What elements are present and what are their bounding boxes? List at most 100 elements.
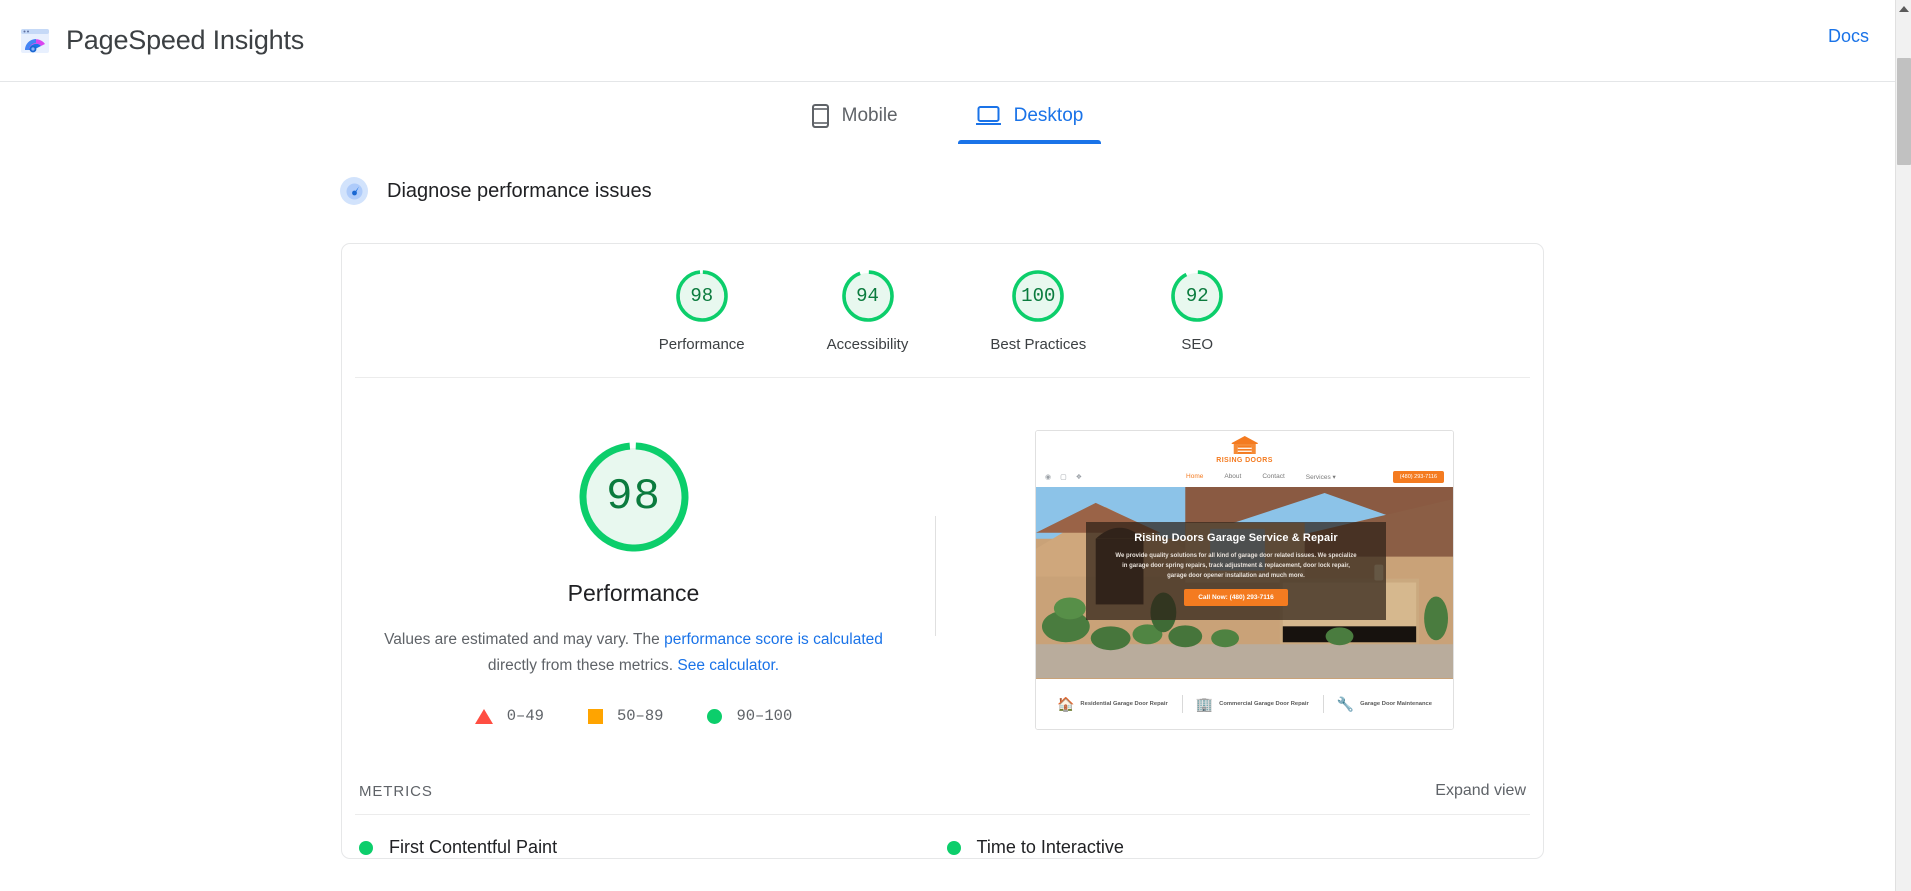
thumb-feature-maintenance-label: Garage Door Maintenance — [1360, 701, 1433, 707]
performance-title: Performance — [567, 580, 700, 606]
legend-item-good: 90–100 — [707, 707, 792, 725]
score-label-accessibility: Accessibility — [826, 336, 909, 353]
thumb-hero-overlay: Rising Doors Garage Service & Repair We … — [1086, 522, 1386, 620]
score-item-seo[interactable]: 92 SEO — [1168, 267, 1226, 353]
thumb-hero-call-button[interactable]: Call Now: (480) 293-7116 — [1184, 589, 1288, 606]
gauge-performance: 98 — [673, 267, 731, 325]
score-item-performance[interactable]: 98 Performance — [659, 267, 745, 353]
garage-door-logo-icon — [1231, 436, 1258, 454]
tab-desktop[interactable]: Desktop — [957, 96, 1102, 144]
tab-desktop-label: Desktop — [1013, 105, 1084, 126]
vertical-scrollbar[interactable] — [1895, 0, 1911, 891]
gauge-best-practices-value: 100 — [1021, 285, 1056, 307]
metrics-column-left: First Contentful Paint — [355, 815, 943, 858]
thumb-phone-button[interactable]: (480) 293-7116 — [1392, 471, 1444, 483]
thumb-hero-image: Rising Doors Garage Service & Repair We … — [1036, 487, 1453, 679]
legend-label-average: 50–89 — [616, 707, 664, 725]
gauge-performance-value: 98 — [690, 285, 714, 307]
thumb-feature-maintenance[interactable]: 🔧 Garage Door Maintenance — [1323, 697, 1446, 711]
circle-icon — [707, 708, 723, 724]
scrollbar-thumb[interactable] — [1897, 58, 1911, 165]
thumb-hero-paragraph: We provide quality solutions for all kin… — [1115, 553, 1357, 579]
metrics-header: METRICS Expand view — [355, 782, 1530, 815]
score-legend: 0–49 50–89 90–100 — [474, 707, 792, 725]
gauge-seo-value: 92 — [1185, 285, 1209, 307]
thumb-features-bar: 🏠 Residential Garage Door Repair 🏢 Comme… — [1036, 679, 1453, 729]
square-icon — [587, 708, 603, 724]
tools-icon: 🔧 — [1336, 696, 1355, 712]
facebook-icon[interactable]: ◉ — [1045, 473, 1051, 481]
score-label-performance: Performance — [658, 336, 745, 353]
thumb-social-icons: ◉ ▢ ❖ — [1045, 473, 1082, 481]
metrics-column-right: Time to Interactive — [943, 815, 1531, 858]
thumb-logo-text: RISING DOORS — [1216, 457, 1273, 464]
performance-score-value: 98 — [606, 472, 661, 522]
status-dot-good-icon — [946, 840, 961, 855]
thumb-feature-residential[interactable]: 🏠 Residential Garage Door Repair — [1043, 697, 1182, 711]
legend-label-poor: 0–49 — [506, 707, 544, 725]
top-bar: PageSpeed Insights Docs — [0, 0, 1895, 82]
desc-text-2: directly from these metrics. — [487, 657, 678, 674]
instagram-icon[interactable]: ▢ — [1060, 473, 1067, 481]
laptop-icon — [975, 106, 1001, 125]
thumb-feature-commercial-label: Commercial Garage Door Repair — [1219, 701, 1309, 707]
triangle-icon — [474, 708, 493, 724]
metrics-list: First Contentful Paint Time to Interacti… — [355, 815, 1530, 858]
thumb-nav-contact[interactable]: Contact — [1262, 473, 1284, 481]
score-label-seo: SEO — [1181, 336, 1214, 353]
score-item-accessibility[interactable]: 94 Accessibility — [826, 267, 909, 353]
legend-item-average: 50–89 — [587, 707, 664, 725]
thumb-nav-about[interactable]: About — [1224, 473, 1241, 481]
thumb-nav-menu: Home About Contact Services ▾ — [1186, 473, 1336, 481]
platform-tabs: Mobile Desktop — [0, 82, 1895, 144]
performance-score-column: 98 Performance Values are estimated and … — [342, 422, 925, 730]
thumb-site-nav: ◉ ▢ ❖ Home About Contact Services ▾ (480… — [1036, 471, 1453, 483]
metric-first-contentful-paint-label: First Contentful Paint — [389, 837, 558, 857]
thumb-nav-home[interactable]: Home — [1186, 473, 1203, 481]
docs-link[interactable]: Docs — [1828, 26, 1869, 47]
tab-mobile[interactable]: Mobile — [794, 96, 916, 144]
tab-mobile-label: Mobile — [841, 105, 898, 126]
thumb-site-logo: RISING DOORS — [1216, 435, 1273, 464]
legend-item-poor: 0–49 — [474, 707, 544, 725]
expand-view-button[interactable]: Expand view — [1435, 782, 1526, 800]
gauge-best-practices: 100 — [1009, 267, 1067, 325]
gauge-accessibility-value: 94 — [856, 285, 879, 307]
gauge-seo: 92 — [1168, 267, 1226, 325]
category-scores: 98 Performance 94 Accessibility 100 Best… — [355, 244, 1530, 378]
site-screenshot-thumbnail[interactable]: RISING DOORS ◉ ▢ ❖ Home About Contact Se… — [1035, 430, 1454, 730]
metric-time-to-interactive-label: Time to Interactive — [976, 837, 1124, 857]
column-divider — [935, 516, 936, 636]
legend-label-good: 90–100 — [736, 707, 793, 725]
see-calculator-link[interactable]: See calculator. — [677, 657, 779, 674]
building-icon: 🏢 — [1195, 696, 1214, 712]
thumb-feature-residential-label: Residential Garage Door Repair — [1080, 701, 1168, 707]
performance-score-link[interactable]: performance score is calculated — [664, 631, 883, 648]
yelp-icon[interactable]: ❖ — [1076, 473, 1082, 481]
desc-text-1: Values are estimated and may vary. The — [384, 631, 665, 648]
diagnose-label: Diagnose performance issues — [387, 179, 652, 202]
thumb-site-header: RISING DOORS ◉ ▢ ❖ Home About Contact Se… — [1036, 431, 1453, 487]
gauge-accessibility: 94 — [839, 267, 897, 325]
gauge-performance-large: 98 — [573, 436, 695, 558]
screenshot-column: RISING DOORS ◉ ▢ ❖ Home About Contact Se… — [946, 422, 1543, 730]
thumb-feature-commercial[interactable]: 🏢 Commercial Garage Door Repair — [1182, 697, 1323, 711]
metric-time-to-interactive[interactable]: Time to Interactive — [946, 837, 1527, 858]
scroll-up-button[interactable] — [1896, 0, 1911, 17]
performance-description: Values are estimated and may vary. The p… — [384, 627, 884, 679]
phone-icon — [811, 104, 829, 128]
caret-up-icon — [1899, 5, 1909, 12]
report-card: 98 Performance 94 Accessibility 100 Best… — [341, 243, 1544, 859]
score-label-best-practices: Best Practices — [990, 336, 1087, 353]
app-title: PageSpeed Insights — [66, 25, 305, 55]
pagespeed-gauge-logo-icon — [21, 28, 49, 53]
brand[interactable]: PageSpeed Insights — [19, 25, 304, 57]
performance-summary: 98 Performance Values are estimated and … — [342, 378, 1543, 730]
metric-first-contentful-paint[interactable]: First Contentful Paint — [359, 837, 939, 858]
score-item-best-practices[interactable]: 100 Best Practices — [990, 267, 1086, 353]
page-root: PageSpeed Insights Docs Mobile Desktop D… — [0, 0, 1895, 891]
status-dot-good-icon — [359, 840, 373, 855]
home-icon: 🏠 — [1056, 696, 1075, 712]
diagnose-heading: Diagnose performance issues — [340, 177, 1895, 205]
thumb-nav-services[interactable]: Services ▾ — [1306, 473, 1336, 481]
